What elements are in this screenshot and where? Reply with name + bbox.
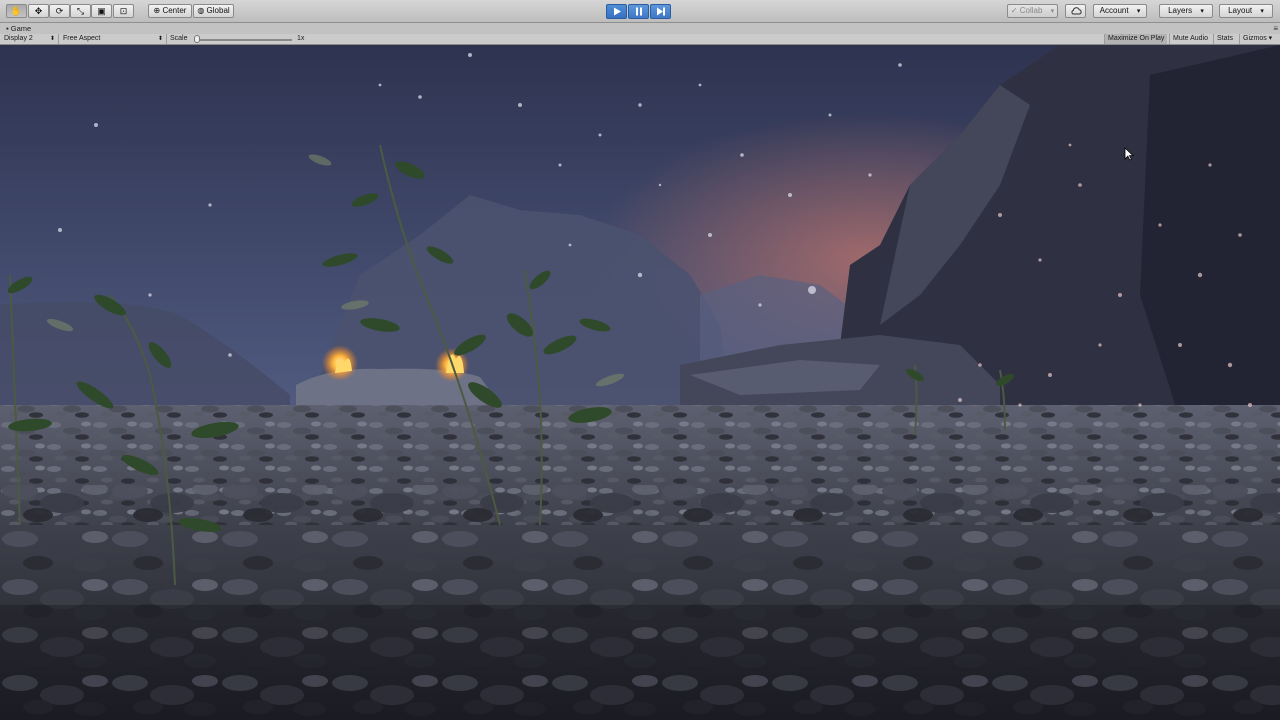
transform-icon: ⊡ [119, 6, 128, 16]
tab-game-label: Game [10, 24, 32, 33]
globe-icon: ◍ [197, 6, 205, 15]
hand-icon: ✋ [10, 6, 23, 16]
layers-dropdown[interactable]: Layers [1159, 4, 1213, 18]
pivot-space-button[interactable]: ◍ Global [193, 4, 234, 18]
rect-tool-button[interactable]: ▣ [91, 4, 112, 18]
move-tool-button[interactable]: ✥ [28, 4, 49, 18]
play-icon [613, 7, 621, 16]
mute-audio-toggle[interactable]: Mute Audio [1169, 34, 1211, 44]
rotate-icon: ⟳ [55, 6, 64, 16]
scale-tool-button[interactable]: ⤡ [70, 4, 91, 18]
tab-menu-icon[interactable]: ≡ [1273, 24, 1278, 33]
pivot-icon: ⊕ [153, 6, 161, 15]
game-controller-icon: ▪ [6, 24, 9, 33]
cloud-icon [1070, 7, 1082, 15]
main-toolbar: ✋ ✥ ⟳ ⤡ ▣ ⊡ ⊕ Center ◍ Global ✓ Collab A… [0, 0, 1280, 23]
move-icon: ✥ [34, 6, 43, 16]
mouse-cursor-icon [1124, 147, 1134, 161]
account-dropdown[interactable]: Account [1093, 4, 1147, 18]
pivot-space-label: Global [206, 6, 230, 15]
pivot-mode-label: Center [162, 6, 187, 15]
rect-icon: ▣ [97, 6, 106, 16]
game-viewport[interactable] [0, 45, 1280, 720]
pause-icon [635, 7, 642, 16]
check-icon: ✓ [1010, 6, 1018, 15]
transform-tool-button[interactable]: ⊡ [113, 4, 134, 18]
step-icon [656, 7, 665, 16]
layout-dropdown[interactable]: Layout [1219, 4, 1273, 18]
maximize-on-play-toggle[interactable]: Maximize On Play [1104, 34, 1168, 44]
scale-label: Scale [170, 35, 188, 42]
gizmos-dropdown[interactable]: Gizmos ▾ [1239, 34, 1275, 44]
dropdown-arrow-icon: ⬍ [157, 36, 163, 42]
hand-tool-button[interactable]: ✋ [6, 4, 27, 18]
stats-toggle[interactable]: Stats [1213, 34, 1236, 44]
rotate-tool-button[interactable]: ⟳ [49, 4, 70, 18]
window-tab-bar: ▪ Game ≡ [0, 23, 1280, 34]
aspect-dropdown[interactable]: Free Aspect ⬍ [59, 34, 167, 44]
scale-slider-handle[interactable] [194, 35, 200, 43]
play-button[interactable] [606, 4, 627, 19]
pause-button[interactable] [628, 4, 649, 19]
pivot-mode-button[interactable]: ⊕ Center [148, 4, 192, 18]
scale-slider-track[interactable] [194, 38, 292, 41]
step-button[interactable] [650, 4, 671, 19]
display-dropdown[interactable]: Display 2 ⬍ [0, 34, 59, 44]
cloud-button[interactable] [1065, 4, 1086, 18]
game-scene-render [0, 45, 1280, 720]
tab-game[interactable]: ▪ Game [2, 23, 35, 34]
collab-dropdown[interactable]: ✓ Collab [1007, 4, 1058, 18]
dropdown-arrow-icon: ⬍ [49, 36, 55, 42]
scale-icon: ⤡ [76, 6, 85, 16]
game-view-toolbar: Display 2 ⬍ Free Aspect ⬍ Scale 1x Maximiz… [0, 34, 1280, 45]
scale-value: 1x [297, 35, 305, 42]
